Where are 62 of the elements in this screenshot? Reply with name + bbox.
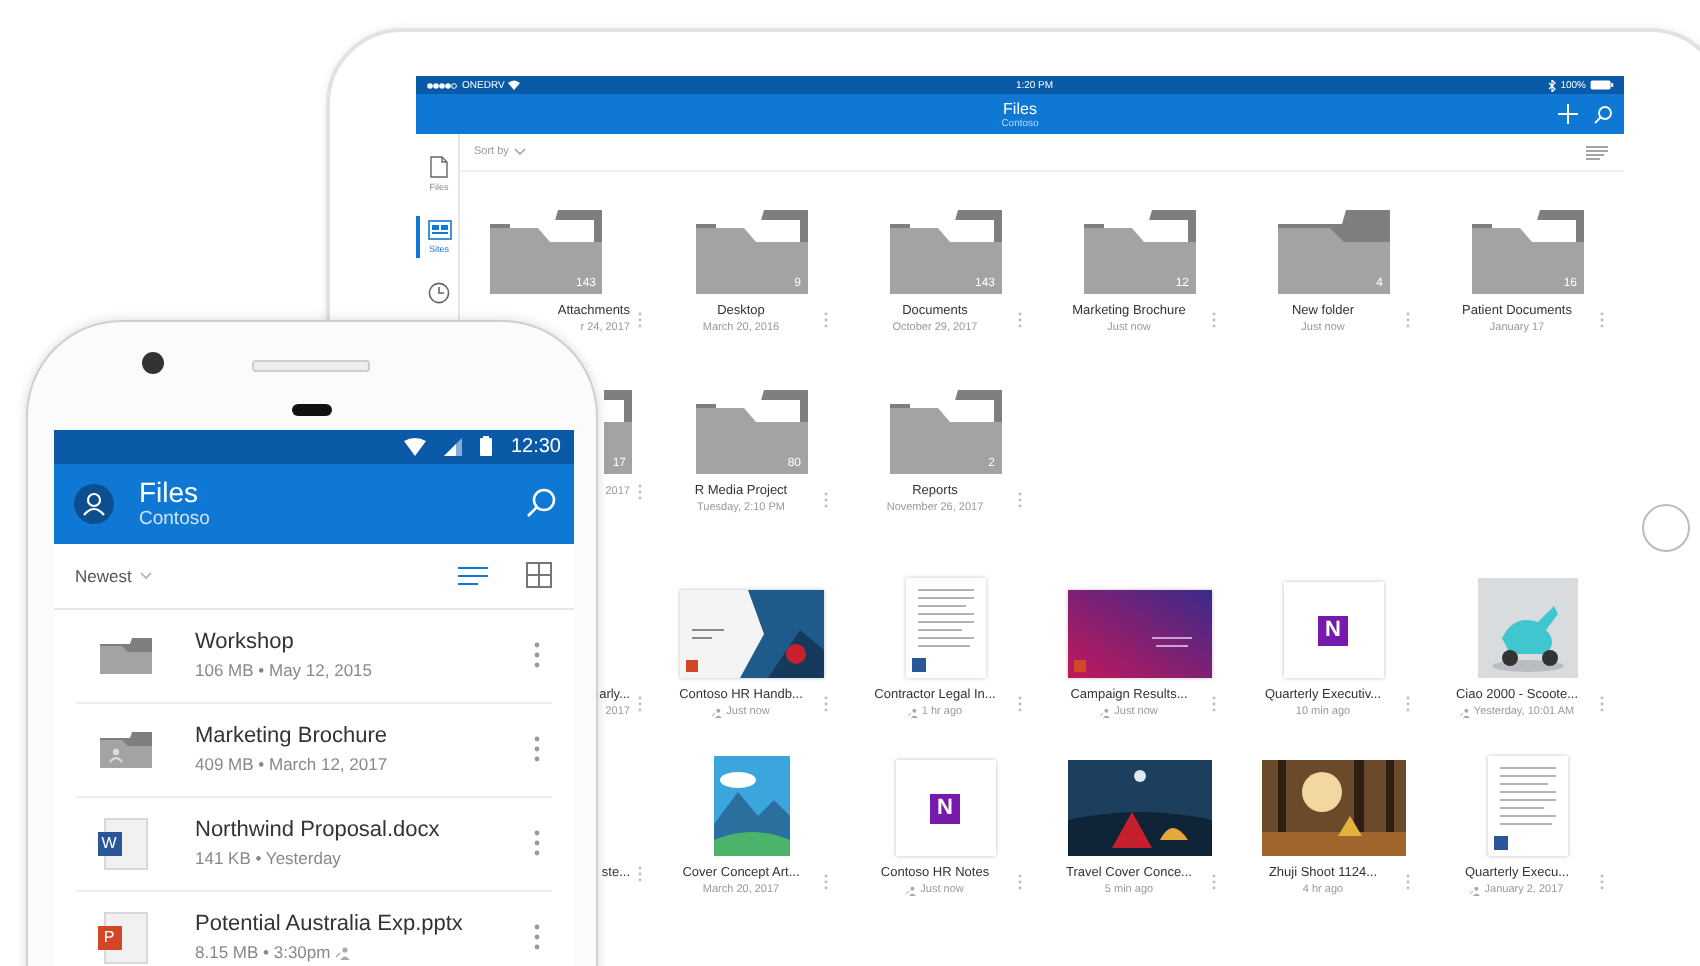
wifi-icon bbox=[508, 80, 521, 90]
bluetooth-icon bbox=[1548, 79, 1557, 91]
folder-icon[interactable] bbox=[1083, 210, 1195, 294]
more-icon[interactable] bbox=[533, 830, 539, 856]
folder-icon bbox=[99, 731, 151, 767]
more-icon[interactable] bbox=[533, 924, 539, 950]
file-name: Workshop bbox=[195, 630, 296, 654]
list-view-icon[interactable] bbox=[457, 565, 487, 585]
clock-icon bbox=[428, 282, 450, 304]
folder-icon[interactable] bbox=[889, 210, 1001, 294]
folder-icon[interactable] bbox=[889, 390, 1001, 474]
file-row[interactable]: P Potential Australia Exp.pptx 8.15 MB • 3:30pm bbox=[75, 891, 551, 966]
more-icon[interactable] bbox=[533, 736, 539, 762]
signal-icon bbox=[426, 81, 458, 89]
sensor bbox=[291, 404, 332, 416]
notebook-thumbnail[interactable]: N bbox=[1283, 582, 1383, 678]
slide-thumbnail[interactable] bbox=[1067, 590, 1211, 678]
header-subtitle: Contoso bbox=[139, 507, 212, 529]
header-title: Files bbox=[1003, 99, 1037, 117]
notebook-thumbnail[interactable]: N bbox=[895, 760, 995, 856]
document-thumbnail[interactable] bbox=[1487, 756, 1567, 856]
file-details: 106 MB • May 12, 2015 bbox=[195, 660, 372, 680]
battery-icon bbox=[1589, 80, 1614, 90]
chevron-down-icon bbox=[139, 571, 152, 579]
list-view-icon[interactable] bbox=[1586, 145, 1608, 159]
signal-icon bbox=[444, 437, 463, 455]
home-button[interactable] bbox=[1642, 504, 1690, 552]
folder-icon[interactable] bbox=[695, 210, 807, 294]
file-row[interactable]: W Northwind Proposal.docx 141 KB • Yesterday bbox=[75, 797, 551, 891]
file-details: 409 MB • March 12, 2017 bbox=[195, 754, 388, 774]
file-type-icon: W bbox=[103, 817, 147, 869]
header-title: Files bbox=[139, 477, 201, 507]
grid-view-icon[interactable] bbox=[525, 562, 551, 588]
speaker-slot bbox=[252, 360, 371, 372]
file-details: 8.15 MB • 3:30pm bbox=[195, 942, 331, 962]
folder-icon[interactable] bbox=[695, 390, 807, 474]
file-name: Marketing Brochure bbox=[195, 724, 389, 748]
file-name: Northwind Proposal.docx bbox=[195, 818, 442, 842]
camera-lens bbox=[141, 352, 163, 374]
folder-icon[interactable] bbox=[1277, 210, 1389, 294]
file-row[interactable]: Marketing Brochure 409 MB • March 12, 2017 bbox=[75, 703, 551, 797]
folder-icon[interactable] bbox=[490, 210, 602, 294]
avatar-icon[interactable] bbox=[73, 483, 113, 523]
sort-button[interactable]: Newest bbox=[75, 565, 152, 585]
file-type-icon: P bbox=[103, 911, 147, 963]
more-icon[interactable] bbox=[533, 642, 539, 668]
battery-icon bbox=[480, 436, 493, 456]
folder-icon bbox=[99, 637, 151, 673]
plus-icon[interactable] bbox=[1558, 104, 1578, 124]
document-icon bbox=[430, 156, 448, 178]
file-name: Potential Australia Exp.pptx bbox=[195, 912, 465, 936]
slide-thumbnail[interactable] bbox=[679, 590, 823, 678]
wifi-icon bbox=[404, 437, 427, 455]
sites-icon bbox=[427, 220, 451, 240]
file-details: 141 KB • Yesterday bbox=[195, 848, 341, 868]
chevron-down-icon bbox=[514, 148, 527, 156]
document-thumbnail[interactable] bbox=[905, 578, 985, 678]
folder-icon[interactable] bbox=[1471, 210, 1583, 294]
search-icon[interactable] bbox=[1594, 105, 1612, 123]
file-row[interactable]: Workshop 106 MB • May 12, 2015 bbox=[75, 609, 551, 703]
search-icon[interactable] bbox=[525, 488, 555, 518]
status-time: 12:30 bbox=[510, 435, 561, 457]
